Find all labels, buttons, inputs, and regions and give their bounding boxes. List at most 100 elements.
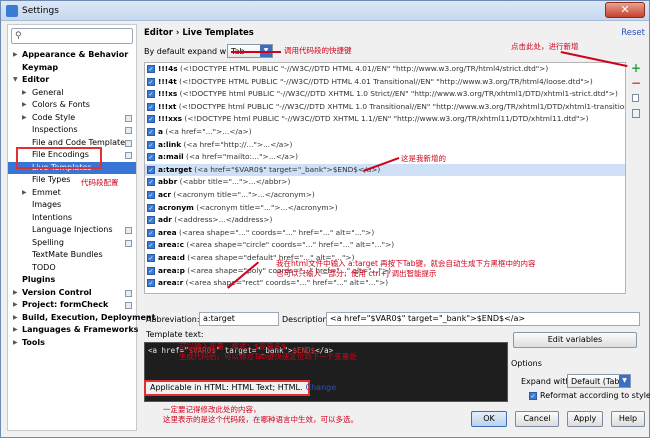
template-enabled-checkbox[interactable]: ✓: [147, 65, 155, 73]
template-enabled-checkbox[interactable]: ✓: [147, 77, 155, 86]
tree-item[interactable]: ▶ General: [8, 87, 136, 100]
template-enabled-checkbox[interactable]: ✓: [147, 90, 155, 99]
search-box[interactable]: ⚲: [11, 28, 133, 44]
tree-item[interactable]: Spelling: [8, 237, 136, 250]
chevron-right-icon[interactable]: ▶: [13, 337, 18, 350]
template-text-label: Template text:: [146, 330, 204, 339]
tree-item-label: Spelling: [32, 237, 64, 247]
template-row[interactable]: ✓ a:link (<a href="http://...">...</a>): [145, 139, 625, 152]
template-enabled-checkbox[interactable]: ✓: [147, 253, 155, 262]
template-abbr-text: a:target: [158, 164, 192, 174]
reformat-label: Reformat according to style: [540, 391, 650, 400]
reformat-checkbox[interactable]: ✓ Reformat according to style: [529, 391, 650, 400]
chevron-right-icon[interactable]: ▶: [22, 99, 27, 112]
tree-item[interactable]: ▶ Version Control: [8, 287, 136, 300]
chevron-right-icon[interactable]: ▶: [13, 299, 18, 312]
template-row[interactable]: ✓ a:target (<a href="$VAR0$" target="_ban…: [145, 163, 625, 177]
template-row[interactable]: ✓ acr (<acronym title="...">...</acronym>…: [145, 189, 625, 202]
template-enabled-checkbox[interactable]: ✓: [147, 228, 155, 237]
add-icon[interactable]: +: [629, 62, 643, 75]
tree-item-label: Build, Execution, Deployment: [22, 312, 156, 322]
cancel-button[interactable]: Cancel: [515, 411, 559, 427]
chevron-down-icon[interactable]: ▼: [13, 74, 18, 87]
chevron-right-icon[interactable]: ▶: [22, 187, 27, 200]
group-icon[interactable]: [629, 107, 643, 120]
tree-item[interactable]: ▶ Build, Execution, Deployment: [8, 312, 155, 325]
change-link[interactable]: Change: [306, 383, 337, 392]
ok-button[interactable]: OK: [471, 411, 507, 427]
template-row[interactable]: ✓ a (<a href="...">...</a>): [145, 126, 625, 139]
title-bar: Settings ✕: [1, 1, 649, 21]
chevron-right-icon[interactable]: ▶: [13, 312, 18, 325]
tree-item-label: Emmet: [32, 187, 61, 197]
tree-item[interactable]: ▶ Appearance & Behavior: [8, 49, 136, 62]
template-description: (<a href="$VAR0$" target="_bank">$END$</…: [191, 164, 381, 174]
abbreviation-field[interactable]: a:target: [199, 312, 279, 326]
template-enabled-checkbox[interactable]: ✓: [147, 140, 155, 149]
tree-item[interactable]: ▶ Colors & Fonts: [8, 99, 136, 112]
expand-with-select[interactable]: Default (Tab) ▼: [567, 374, 631, 388]
tree-item[interactable]: ▶ Languages & Frameworks: [8, 324, 138, 337]
template-description: (<!DOCTYPE html PUBLIC "-//W3C//DTD XHTM…: [177, 89, 618, 99]
chevron-right-icon[interactable]: ▶: [13, 49, 18, 62]
tree-item[interactable]: ▶ Tools: [8, 337, 136, 350]
chevron-right-icon[interactable]: ▶: [22, 112, 27, 125]
tree-item-label: Project: formCheck: [22, 300, 109, 309]
template-enabled-checkbox[interactable]: ✓: [147, 216, 155, 225]
description-field[interactable]: <a href="$VAR0$" target="_bank">$END$</a…: [326, 312, 640, 326]
tree-item[interactable]: Inspections: [8, 124, 136, 137]
template-enabled-checkbox[interactable]: ✓: [147, 153, 155, 162]
template-abbr-text: area:r: [158, 278, 184, 288]
breadcrumb: Editor › Live Templates: [144, 28, 254, 38]
tree-item[interactable]: ▶ Project: formCheck: [8, 299, 136, 312]
tree-item[interactable]: Language Injections: [8, 224, 136, 237]
apply-button[interactable]: Apply: [567, 411, 603, 427]
template-enabled-checkbox[interactable]: ✓: [147, 127, 155, 136]
template-row[interactable]: ✓ !!!4t (<!DOCTYPE HTML PUBLIC "-//W3C//D…: [145, 76, 625, 89]
reset-link[interactable]: Reset: [621, 28, 645, 38]
chevron-right-icon[interactable]: ▶: [13, 324, 18, 337]
tree-item[interactable]: ▶ Emmet: [8, 187, 136, 200]
template-enabled-checkbox[interactable]: ✓: [147, 203, 155, 212]
template-row[interactable]: ✓ !!!xxs (<!DOCTYPE html PUBLIC "-//W3C//…: [145, 113, 625, 126]
tree-item[interactable]: ▶ Code Style: [8, 112, 136, 125]
project-scope-icon: [125, 289, 132, 297]
edit-variables-button[interactable]: Edit variables: [513, 332, 637, 348]
project-scope-icon: [125, 302, 132, 309]
search-input[interactable]: [26, 30, 130, 42]
template-enabled-checkbox[interactable]: ✓: [147, 241, 155, 250]
template-row[interactable]: ✓ adr (<address>...</address>): [145, 214, 625, 227]
chevron-right-icon[interactable]: ▶: [13, 287, 18, 300]
template-row[interactable]: ✓ acronym (<acronym title="...">...</acro…: [145, 202, 625, 215]
tree-item[interactable]: Plugins: [8, 274, 136, 287]
tree-item[interactable]: Keymap: [8, 62, 136, 75]
chevron-right-icon[interactable]: ▶: [22, 87, 27, 100]
tree-item-label: Plugins: [22, 275, 56, 284]
template-enabled-checkbox[interactable]: ✓: [147, 178, 155, 187]
window-title: Settings: [22, 6, 59, 16]
template-row[interactable]: ✓ area (<area shape="..." coords="..." hr…: [145, 227, 625, 240]
template-enabled-checkbox[interactable]: ✓: [147, 115, 155, 124]
annotation-var-2: 生成代码后，可以通过Tab键快速定位到下一个变量处: [179, 352, 357, 361]
close-button[interactable]: ✕: [605, 2, 645, 18]
template-enabled-checkbox[interactable]: ✓: [147, 266, 155, 275]
template-row[interactable]: ✓ area:c (<area shape="circle" coords="..…: [145, 239, 625, 252]
tree-item[interactable]: TODO: [8, 262, 136, 275]
template-row[interactable]: ✓ !!!xs (<!DOCTYPE html PUBLIC "-//W3C//D…: [145, 88, 625, 101]
tree-item[interactable]: ▼ Editor: [8, 74, 136, 87]
project-scope-icon: [125, 127, 132, 134]
copy-icon[interactable]: [629, 92, 643, 105]
tree-item[interactable]: TextMate Bundles: [8, 249, 136, 262]
template-enabled-checkbox[interactable]: ✓: [147, 165, 155, 174]
template-row[interactable]: ✓ abbr (<abbr title="...">...</abbr>): [145, 176, 625, 189]
tree-item[interactable]: Intentions: [8, 212, 136, 225]
template-row[interactable]: ✓ !!!4s (<!DOCTYPE HTML PUBLIC "-//W3C//D…: [145, 63, 625, 76]
template-enabled-checkbox[interactable]: ✓: [147, 190, 155, 199]
template-abbreviation: !!!xxs (<!DOCTYPE html PUBLIC "-//W3C//D…: [158, 113, 589, 126]
template-enabled-checkbox[interactable]: ✓: [147, 102, 155, 111]
tree-item[interactable]: Images: [8, 199, 136, 212]
template-row[interactable]: ✓ !!!xt (<!DOCTYPE html PUBLIC "-//W3C//D…: [145, 101, 625, 114]
remove-icon[interactable]: −: [629, 77, 643, 90]
template-enabled-checkbox[interactable]: ✓: [147, 279, 155, 288]
help-button[interactable]: Help: [611, 411, 645, 427]
